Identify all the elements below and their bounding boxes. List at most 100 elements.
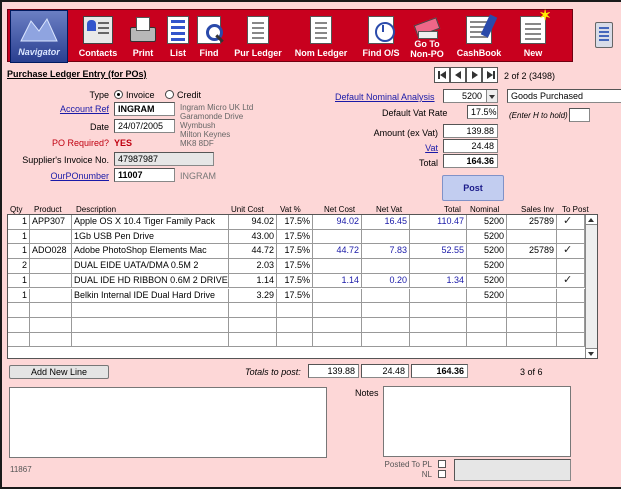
cell-sales-inv[interactable]: 25789 xyxy=(507,244,557,259)
cell-to-post[interactable]: ✓ xyxy=(557,215,585,229)
add-new-line-button[interactable]: Add New Line xyxy=(9,365,109,379)
cell-vat-pct[interactable]: 17.5% xyxy=(277,215,313,229)
cell-sales-inv[interactable] xyxy=(507,332,557,347)
cell-net-cost[interactable] xyxy=(313,303,362,318)
scroll-down-icon[interactable] xyxy=(586,348,597,358)
cell-net-cost[interactable] xyxy=(313,317,362,332)
cell-qty[interactable]: 1 xyxy=(8,215,30,229)
cell-to-post[interactable] xyxy=(557,288,585,303)
cell-net-vat[interactable]: 0.20 xyxy=(362,273,410,288)
posted-nl-checkbox[interactable] xyxy=(438,470,446,478)
cell-description[interactable]: Apple OS X 10.4 Tiger Family Pack xyxy=(72,215,229,229)
table-row[interactable]: 1 1Gb USB Pen Drive 43.00 17.5% 5200 xyxy=(8,229,585,245)
post-button[interactable]: Post xyxy=(442,175,504,201)
table-row[interactable] xyxy=(8,317,585,333)
cell-qty[interactable] xyxy=(8,317,30,332)
cell-description[interactable]: DUAL IDE HD RIBBON 0.6M 2 DRIVE xyxy=(72,273,229,288)
vat-field[interactable]: 24.48 xyxy=(443,139,498,153)
cell-total[interactable] xyxy=(410,259,467,274)
cell-total[interactable] xyxy=(410,317,467,332)
table-row[interactable]: 1 DUAL IDE HD RIBBON 0.6M 2 DRIVE 1.14 17.5… xyxy=(8,273,585,289)
go-to-non-po-button[interactable]: Go To Non-PO xyxy=(406,10,448,63)
type-credit-radio[interactable] xyxy=(165,90,174,99)
table-row[interactable]: 1 ADO028 Adobe PhotoShop Elements Mac 44.72… xyxy=(8,244,585,260)
cell-net-vat[interactable] xyxy=(362,259,410,274)
cell-nominal[interactable]: 5200 xyxy=(467,273,507,288)
memo-textarea[interactable] xyxy=(9,387,327,458)
type-invoice-radio[interactable] xyxy=(114,90,123,99)
cell-sales-inv[interactable] xyxy=(507,259,557,274)
cell-net-vat[interactable]: 7.83 xyxy=(362,244,410,259)
table-row[interactable]: 2 DUAL EIDE UATA/DMA 0.5M 2 2.03 17.5% 5200 xyxy=(8,259,585,274)
list-button[interactable]: List xyxy=(163,10,193,63)
navigator-button[interactable]: Navigator xyxy=(10,10,68,63)
find-button[interactable]: Find xyxy=(193,10,225,63)
cell-nominal[interactable]: 5200 xyxy=(467,229,507,244)
cell-to-post[interactable] xyxy=(557,317,585,332)
cell-sales-inv[interactable] xyxy=(507,288,557,303)
cell-sales-inv[interactable] xyxy=(507,303,557,318)
cell-sales-inv[interactable]: 25789 xyxy=(507,215,557,229)
cell-unit-cost[interactable] xyxy=(229,317,277,332)
our-po-number-field[interactable]: 11007 xyxy=(114,168,175,182)
cell-to-post[interactable] xyxy=(557,259,585,274)
cell-description[interactable] xyxy=(72,303,229,318)
cell-qty[interactable]: 1 xyxy=(8,229,30,244)
cell-net-vat[interactable]: 16.45 xyxy=(362,215,410,229)
cell-vat-pct[interactable]: 17.5% xyxy=(277,273,313,288)
cell-vat-pct[interactable]: 17.5% xyxy=(277,244,313,259)
cell-product[interactable] xyxy=(30,303,72,318)
cell-nominal[interactable]: 5200 xyxy=(467,259,507,274)
previous-record-icon[interactable] xyxy=(450,67,466,83)
chevron-down-icon[interactable] xyxy=(486,90,497,102)
notes-textarea[interactable] xyxy=(383,386,571,457)
cell-vat-pct[interactable] xyxy=(277,332,313,347)
table-scrollbar[interactable] xyxy=(585,215,597,358)
amount-field[interactable]: 139.88 xyxy=(443,124,498,138)
cell-nominal[interactable] xyxy=(467,332,507,347)
supplier-invoice-field[interactable]: 47987987 xyxy=(114,152,214,166)
cell-qty[interactable]: 1 xyxy=(8,244,30,259)
account-ref-field[interactable]: INGRAM xyxy=(114,102,175,116)
cell-sales-inv[interactable] xyxy=(507,229,557,244)
cell-qty[interactable]: 1 xyxy=(8,288,30,303)
table-row[interactable] xyxy=(8,332,585,348)
cell-net-cost[interactable]: 44.72 xyxy=(313,244,362,259)
cell-unit-cost[interactable]: 94.02 xyxy=(229,215,277,229)
next-record-icon[interactable] xyxy=(466,67,482,83)
cell-nominal[interactable]: 5200 xyxy=(467,215,507,229)
nom-ledger-button[interactable]: Nom Ledger xyxy=(290,10,352,63)
table-row[interactable]: 1 Belkin Internal IDE Dual Hard Drive 3.29… xyxy=(8,288,585,304)
pur-ledger-button[interactable]: Pur Ledger xyxy=(229,10,287,63)
cell-to-post[interactable]: ✓ xyxy=(557,244,585,259)
cell-product[interactable] xyxy=(30,273,72,288)
cell-net-vat[interactable] xyxy=(362,229,410,244)
hold-field[interactable] xyxy=(569,108,590,122)
cell-net-vat[interactable] xyxy=(362,332,410,347)
cell-product[interactable]: APP307 xyxy=(30,215,72,229)
cell-to-post[interactable] xyxy=(557,332,585,347)
cell-vat-pct[interactable]: 17.5% xyxy=(277,259,313,274)
contacts-button[interactable]: Contacts xyxy=(72,10,124,63)
scroll-up-icon[interactable] xyxy=(586,215,597,225)
date-field[interactable]: 24/07/2005 xyxy=(114,119,175,133)
cashbook-button[interactable]: CashBook xyxy=(451,10,507,63)
cell-qty[interactable]: 2 xyxy=(8,259,30,274)
cell-product[interactable] xyxy=(30,229,72,244)
cell-total[interactable] xyxy=(410,303,467,318)
checkmark-icon[interactable]: ✓ xyxy=(563,215,572,228)
cell-product[interactable]: ADO028 xyxy=(30,244,72,259)
cell-unit-cost[interactable]: 1.14 xyxy=(229,273,277,288)
account-ref-link[interactable]: Account Ref xyxy=(42,103,109,115)
cell-description[interactable]: DUAL EIDE UATA/DMA 0.5M 2 xyxy=(72,259,229,274)
cell-total[interactable] xyxy=(410,229,467,244)
cell-description[interactable]: 1Gb USB Pen Drive xyxy=(72,229,229,244)
cell-product[interactable] xyxy=(30,332,72,347)
cell-total[interactable]: 1.34 xyxy=(410,273,467,288)
cell-unit-cost[interactable] xyxy=(229,332,277,347)
cell-to-post[interactable]: ✓ xyxy=(557,273,585,288)
our-po-number-link[interactable]: OurPOnumber xyxy=(42,170,109,182)
first-record-icon[interactable] xyxy=(434,67,450,83)
cell-nominal[interactable]: 5200 xyxy=(467,288,507,303)
cell-qty[interactable] xyxy=(8,303,30,318)
